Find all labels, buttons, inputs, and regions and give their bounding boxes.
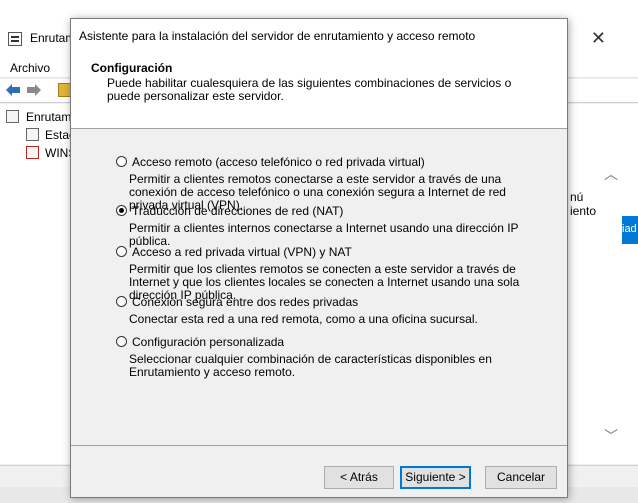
option-label[interactable]: Traducción de direcciones de red (NAT): [132, 204, 343, 218]
background-window-title: Enrutam: [30, 31, 76, 45]
dialog-titlebar: Asistente para la instalación del servid…: [71, 19, 567, 51]
button-divider: [71, 445, 567, 446]
dialog-title: Asistente para la instalación del servid…: [79, 29, 476, 43]
option-description: Seleccionar cualquier combinación de car…: [129, 352, 492, 379]
mmc-app-icon: [8, 32, 22, 46]
wizard-page-subtitle: Puede habilitar cualesquiera de las sigu…: [107, 76, 512, 103]
option-label[interactable]: Conexión segura entre dos redes privadas: [132, 295, 358, 309]
server-error-icon: [26, 146, 39, 159]
server-icon: [6, 110, 19, 123]
scroll-down-icon[interactable]: ﹀: [604, 426, 618, 446]
option-label[interactable]: Acceso a red privada virtual (VPN) y NAT: [132, 245, 352, 259]
options-group: Acceso remoto (acceso telefónico o red p…: [71, 130, 567, 430]
cancel-button[interactable]: Cancelar: [485, 466, 557, 489]
wizard-header: Configuración Puede habilitar cualesquie…: [71, 51, 567, 129]
result-pane: ︿ nú iento ﹀: [560, 104, 638, 464]
wizard-page-title: Configuración: [91, 61, 173, 75]
console-tree: Enrutam Estad WINS: [0, 104, 80, 464]
radio-vpn-nat[interactable]: [116, 246, 127, 257]
close-icon[interactable]: ✕: [591, 28, 606, 49]
back-arrow-icon[interactable]: [5, 83, 21, 97]
radio-custom-config[interactable]: [116, 336, 127, 347]
back-button[interactable]: < Atrás: [324, 466, 394, 489]
menu-archivo[interactable]: Archivo: [10, 61, 50, 75]
result-pane-text: nú iento: [570, 190, 597, 218]
setup-wizard-dialog: Asistente para la instalación del servid…: [70, 18, 568, 498]
tree-item-label: Enrutam: [26, 110, 72, 124]
status-icon: [26, 128, 39, 141]
option-label[interactable]: Acceso remoto (acceso telefónico o red p…: [132, 155, 425, 169]
radio-remote-access[interactable]: [116, 156, 127, 167]
radio-secure-connection[interactable]: [116, 296, 127, 307]
next-button[interactable]: Siguiente >: [400, 466, 471, 489]
radio-nat[interactable]: [116, 205, 127, 216]
action-tab[interactable]: iad: [622, 216, 638, 244]
option-label[interactable]: Configuración personalizada: [132, 335, 284, 349]
scroll-up-icon[interactable]: ︿: [604, 164, 618, 184]
option-description: Conectar esta red a una red remota, como…: [129, 312, 478, 326]
forward-arrow-icon[interactable]: [26, 83, 42, 97]
